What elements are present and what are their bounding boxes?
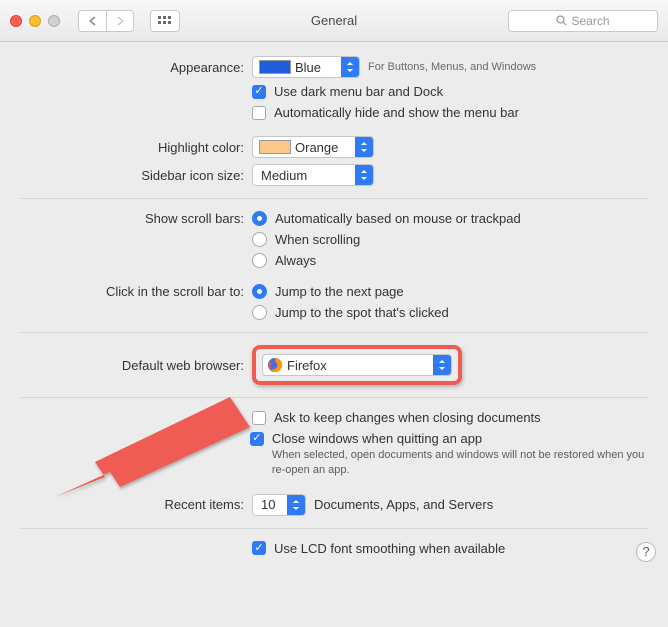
lcd-smoothing-label: Use LCD font smoothing when available (274, 541, 505, 556)
annotation-highlight: Firefox (252, 345, 462, 385)
click-scroll-label: Click in the scroll bar to: (20, 284, 252, 299)
appearance-swatch (259, 60, 291, 74)
sidebar-size-select[interactable]: Medium (252, 164, 374, 186)
recent-items-select[interactable]: 10 (252, 494, 306, 516)
zoom-button[interactable] (48, 15, 60, 27)
divider (20, 397, 648, 398)
chevron-updown-icon (341, 57, 359, 77)
click-jump-spot-radio[interactable] (252, 305, 267, 320)
autohide-menubar-label: Automatically hide and show the menu bar (274, 105, 519, 120)
scroll-always-label: Always (275, 253, 316, 268)
window-controls (10, 15, 60, 27)
titlebar: General Search (0, 0, 668, 42)
back-button[interactable] (78, 10, 106, 32)
highlight-select[interactable]: Orange (252, 136, 374, 158)
default-browser-label: Default web browser: (20, 358, 252, 373)
help-button[interactable]: ? (636, 542, 656, 562)
recent-items-label: Recent items: (20, 497, 252, 512)
appearance-value: Blue (291, 60, 345, 75)
ask-keep-changes-label: Ask to keep changes when closing documen… (274, 410, 541, 425)
autohide-menubar-checkbox[interactable] (252, 106, 266, 120)
close-windows-checkbox[interactable] (250, 432, 264, 446)
appearance-hint: For Buttons, Menus, and Windows (368, 61, 536, 73)
scroll-always-radio[interactable] (252, 253, 267, 268)
chevron-updown-icon (355, 137, 373, 157)
search-field[interactable]: Search (508, 10, 658, 32)
highlight-label: Highlight color: (20, 140, 252, 155)
default-browser-value: Firefox (287, 358, 351, 373)
scroll-when-radio[interactable] (252, 232, 267, 247)
sidebar-size-value: Medium (253, 168, 331, 183)
scroll-auto-radio[interactable] (252, 211, 267, 226)
click-jump-next-radio[interactable] (252, 284, 267, 299)
show-all-button[interactable] (150, 10, 180, 32)
appearance-label: Appearance: (20, 60, 252, 75)
scroll-when-label: When scrolling (275, 232, 360, 247)
chevron-updown-icon (355, 165, 373, 185)
appearance-select[interactable]: Blue (252, 56, 360, 78)
forward-button[interactable] (106, 10, 134, 32)
lcd-smoothing-checkbox[interactable] (252, 541, 266, 555)
close-windows-label: Close windows when quitting an app (272, 431, 482, 446)
default-browser-select[interactable]: Firefox (262, 354, 452, 376)
preferences-content: Appearance: Blue For Buttons, Menus, and… (0, 42, 668, 572)
chevron-updown-icon (433, 355, 451, 375)
minimize-button[interactable] (29, 15, 41, 27)
divider (20, 332, 648, 333)
scrollbars-label: Show scroll bars: (20, 211, 252, 226)
ask-keep-changes-checkbox[interactable] (252, 411, 266, 425)
search-icon (556, 15, 567, 26)
divider (20, 198, 648, 199)
close-windows-hint: When selected, open documents and window… (272, 448, 648, 478)
close-button[interactable] (10, 15, 22, 27)
divider (20, 528, 648, 529)
highlight-swatch (259, 140, 291, 154)
click-jump-spot-label: Jump to the spot that's clicked (275, 305, 449, 320)
click-jump-next-label: Jump to the next page (275, 284, 404, 299)
firefox-icon (267, 357, 283, 373)
chevron-updown-icon (287, 495, 305, 515)
dark-menubar-checkbox[interactable] (252, 85, 266, 99)
scroll-auto-label: Automatically based on mouse or trackpad (275, 211, 521, 226)
highlight-value: Orange (291, 140, 362, 155)
sidebar-size-label: Sidebar icon size: (20, 168, 252, 183)
recent-items-suffix: Documents, Apps, and Servers (314, 497, 493, 512)
dark-menubar-label: Use dark menu bar and Dock (274, 84, 443, 99)
search-placeholder: Search (571, 14, 609, 28)
